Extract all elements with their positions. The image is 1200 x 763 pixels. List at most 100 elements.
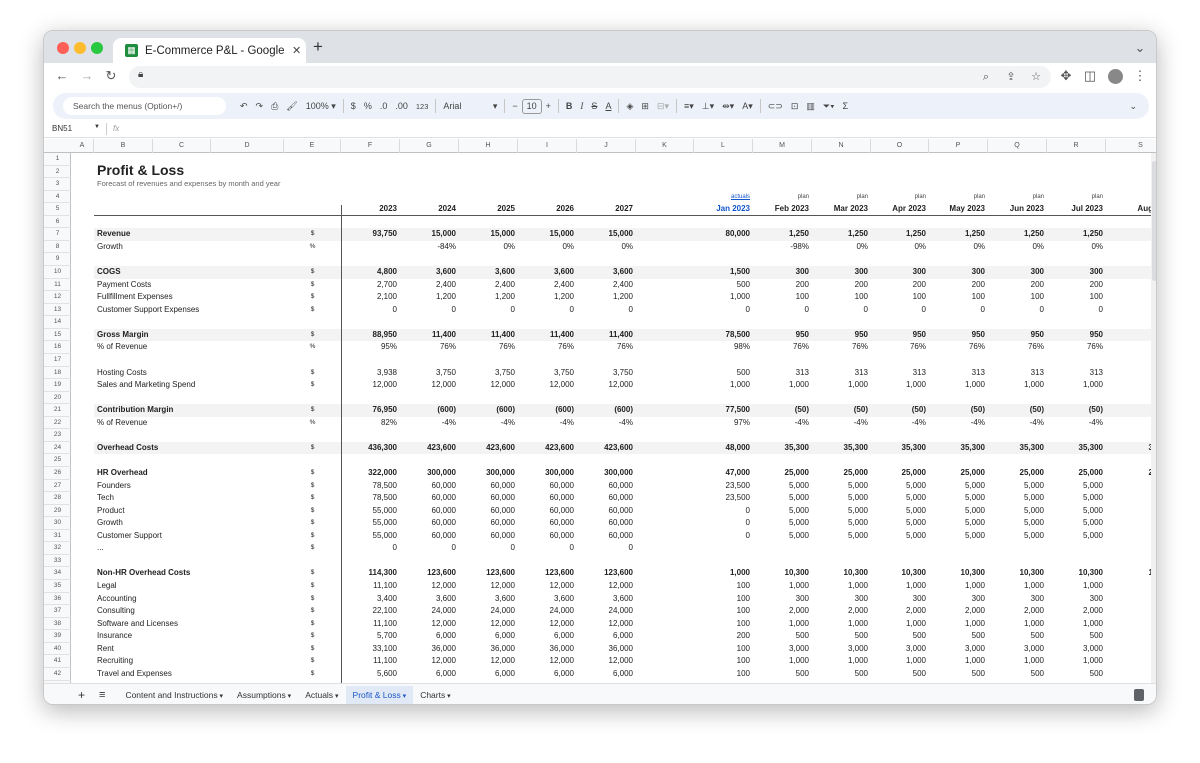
sheet-tab[interactable]: Content and Instructions ▾	[118, 686, 230, 705]
undo-icon[interactable]: ↶	[236, 101, 252, 112]
row-header[interactable]: 34	[44, 567, 71, 581]
row-header[interactable]: 38	[44, 618, 71, 631]
reload-icon[interactable]: ↻	[102, 67, 120, 85]
text-wrap-icon[interactable]: ⇹▾	[718, 101, 738, 112]
row-header[interactable]: 36	[44, 593, 71, 606]
formula-input[interactable]	[129, 124, 1129, 136]
row-header[interactable]: 40	[44, 643, 71, 656]
vertical-scrollbar[interactable]	[1151, 153, 1156, 683]
forward-icon[interactable]: →	[78, 67, 96, 85]
row-header[interactable]: 37	[44, 605, 71, 618]
new-tab-button[interactable]: +	[309, 38, 327, 56]
zoom-select[interactable]: 100% ▾	[302, 101, 340, 112]
back-icon[interactable]: ←	[53, 67, 71, 85]
row-header[interactable]: 18	[44, 367, 71, 380]
sheet-tab[interactable]: Actuals ▾	[298, 686, 345, 705]
number-format-button[interactable]: 123	[412, 102, 433, 111]
bold-button[interactable]: B	[562, 101, 577, 111]
maximize-window-button[interactable]	[91, 42, 103, 54]
name-box-dropdown-icon[interactable]: ▼	[94, 124, 100, 130]
caret-down-icon[interactable]: ▾	[333, 693, 339, 700]
row-header[interactable]: 14	[44, 316, 71, 329]
row-header[interactable]: 33	[44, 555, 71, 568]
row-header[interactable]: 29	[44, 505, 71, 518]
name-box[interactable]: BN51	[52, 124, 72, 133]
caret-down-icon[interactable]: ▾	[286, 693, 292, 700]
all-sheets-button[interactable]: ≡	[92, 686, 112, 705]
row-header[interactable]: 4	[44, 191, 71, 204]
caret-down-icon[interactable]: ▾	[445, 693, 451, 700]
font-size-increase-button[interactable]: +	[542, 101, 555, 111]
row-header[interactable]: 15	[44, 329, 71, 342]
font-size-input[interactable]: 10	[521, 98, 542, 114]
add-sheet-button[interactable]: +	[71, 686, 92, 705]
zoom-icon[interactable]: ⌕	[977, 68, 995, 86]
url-input[interactable]: 🔒︎ ⌕ ⇪ ☆	[129, 66, 1051, 88]
row-header[interactable]: 31	[44, 530, 71, 543]
row-header[interactable]: 9	[44, 253, 71, 267]
row-header[interactable]: 5	[44, 203, 71, 216]
row-header[interactable]: 20	[44, 392, 71, 405]
column-header-r[interactable]: R	[1047, 139, 1106, 153]
row-header[interactable]: 6	[44, 216, 71, 229]
column-header-g[interactable]: G	[400, 139, 459, 153]
font-size-decrease-button[interactable]: −	[508, 101, 521, 111]
row-header[interactable]: 28	[44, 492, 71, 505]
column-header-d[interactable]: D	[211, 139, 284, 153]
decrease-decimal-button[interactable]: .0	[376, 101, 392, 111]
row-header[interactable]: 8	[44, 241, 71, 254]
row-header[interactable]: 35	[44, 580, 71, 593]
sheet-tab[interactable]: Profit & Loss ▾	[345, 685, 414, 704]
row-header[interactable]: 7	[44, 228, 71, 241]
star-icon[interactable]: ☆	[1027, 68, 1045, 86]
chart-icon[interactable]: ▥	[802, 101, 819, 112]
currency-button[interactable]: $	[347, 101, 360, 111]
italic-button[interactable]: I	[576, 101, 587, 111]
row-header[interactable]: 39	[44, 630, 71, 643]
row-header[interactable]: 42	[44, 668, 71, 681]
row-header[interactable]: 32	[44, 542, 71, 555]
strikethrough-button[interactable]: S	[587, 101, 601, 111]
row-header[interactable]: 41	[44, 655, 71, 668]
close-tab-icon[interactable]: ✕	[292, 44, 301, 57]
share-icon[interactable]: ⇪	[1002, 68, 1020, 86]
column-header-i[interactable]: I	[518, 139, 577, 153]
redo-icon[interactable]: ↷	[252, 101, 268, 112]
paint-format-icon[interactable]: 🖌︎	[282, 101, 301, 112]
row-header[interactable]: 27	[44, 480, 71, 493]
functions-button[interactable]: Σ	[838, 101, 852, 111]
row-header[interactable]: 26	[44, 467, 71, 480]
collapse-toolbar-icon[interactable]: ⌄	[1125, 101, 1141, 112]
row-header[interactable]: 11	[44, 279, 71, 292]
increase-decimal-button[interactable]: .00	[391, 101, 412, 111]
avatar[interactable]	[1108, 69, 1123, 84]
fill-color-icon[interactable]: ◈	[622, 101, 637, 112]
filter-icon[interactable]: ⏷▾	[819, 101, 839, 112]
vertical-align-icon[interactable]: ⊥▾	[698, 101, 718, 112]
link-icon[interactable]: ⊂⊃	[764, 101, 787, 112]
column-header-j[interactable]: J	[577, 139, 636, 153]
borders-icon[interactable]: ⊞	[637, 101, 653, 112]
row-header[interactable]: 10	[44, 266, 71, 279]
column-header-l[interactable]: L	[694, 139, 753, 153]
column-header-a[interactable]: A	[71, 139, 94, 153]
minimize-window-button[interactable]	[74, 42, 86, 54]
column-header-f[interactable]: F	[341, 139, 400, 153]
actuals-link[interactable]: actuals	[694, 191, 753, 204]
extensions-icon[interactable]: ✥	[1057, 67, 1075, 85]
row-header[interactable]: 1	[44, 153, 71, 166]
row-header[interactable]: 13	[44, 304, 71, 317]
caret-down-icon[interactable]: ▾	[218, 693, 224, 700]
row-header[interactable]: 22	[44, 417, 71, 430]
row-header[interactable]: 19	[44, 379, 71, 392]
column-header-p[interactable]: P	[929, 139, 988, 153]
percent-button[interactable]: %	[360, 101, 376, 111]
column-header-e[interactable]: E	[284, 139, 341, 153]
chevron-down-icon[interactable]: ⌄	[1131, 39, 1149, 57]
column-header-s[interactable]: S	[1106, 139, 1156, 153]
sidebar-icon[interactable]: ◫	[1081, 67, 1099, 85]
column-header-m[interactable]: M	[753, 139, 812, 153]
print-icon[interactable]: ⎙	[267, 101, 282, 112]
column-header-h[interactable]: H	[459, 139, 518, 153]
column-header-b[interactable]: B	[94, 139, 153, 153]
